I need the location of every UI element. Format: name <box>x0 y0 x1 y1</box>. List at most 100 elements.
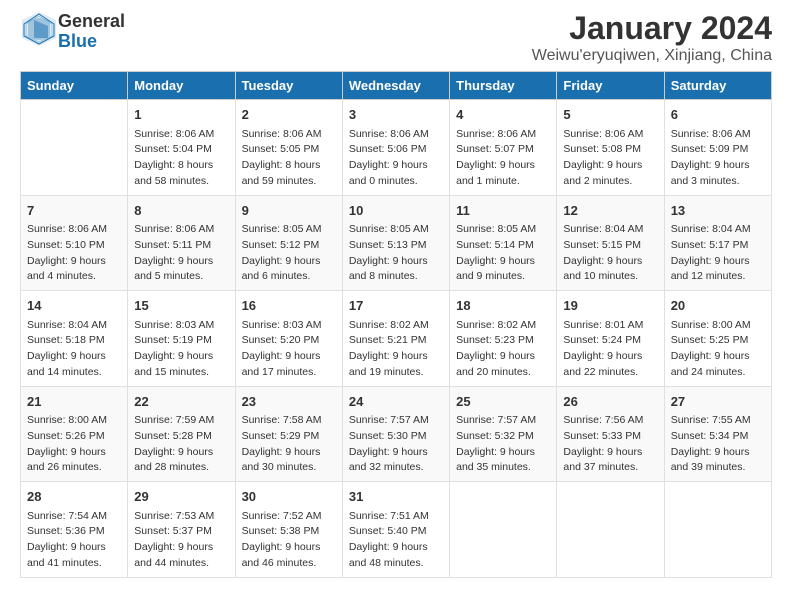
day-details: Sunrise: 7:53 AMSunset: 5:37 PMDaylight:… <box>134 509 228 572</box>
day-number: 20 <box>671 296 765 316</box>
day-details: Sunrise: 8:00 AMSunset: 5:26 PMDaylight:… <box>27 413 121 476</box>
day-details: Sunrise: 7:59 AMSunset: 5:28 PMDaylight:… <box>134 413 228 476</box>
day-number: 28 <box>27 487 121 507</box>
day-cell: 15Sunrise: 8:03 AMSunset: 5:19 PMDayligh… <box>128 291 235 387</box>
day-details: Sunrise: 7:56 AMSunset: 5:33 PMDaylight:… <box>563 413 657 476</box>
day-cell: 26Sunrise: 7:56 AMSunset: 5:33 PMDayligh… <box>557 386 664 482</box>
day-details: Sunrise: 7:55 AMSunset: 5:34 PMDaylight:… <box>671 413 765 476</box>
day-details: Sunrise: 8:05 AMSunset: 5:13 PMDaylight:… <box>349 222 443 285</box>
day-cell: 12Sunrise: 8:04 AMSunset: 5:15 PMDayligh… <box>557 195 664 291</box>
day-number: 14 <box>27 296 121 316</box>
day-details: Sunrise: 8:02 AMSunset: 5:21 PMDaylight:… <box>349 318 443 381</box>
day-cell: 23Sunrise: 7:58 AMSunset: 5:29 PMDayligh… <box>235 386 342 482</box>
day-cell: 9Sunrise: 8:05 AMSunset: 5:12 PMDaylight… <box>235 195 342 291</box>
day-details: Sunrise: 8:05 AMSunset: 5:12 PMDaylight:… <box>242 222 336 285</box>
day-number: 22 <box>134 392 228 412</box>
day-number: 18 <box>456 296 550 316</box>
day-number: 19 <box>563 296 657 316</box>
day-cell: 7Sunrise: 8:06 AMSunset: 5:10 PMDaylight… <box>21 195 128 291</box>
week-row-1: 1Sunrise: 8:06 AMSunset: 5:04 PMDaylight… <box>21 100 772 196</box>
calendar-table: SundayMondayTuesdayWednesdayThursdayFrid… <box>20 71 772 578</box>
day-cell: 20Sunrise: 8:00 AMSunset: 5:25 PMDayligh… <box>664 291 771 387</box>
day-number: 10 <box>349 201 443 221</box>
logo-icon <box>20 10 58 48</box>
header-cell-sunday: Sunday <box>21 72 128 100</box>
day-details: Sunrise: 8:04 AMSunset: 5:15 PMDaylight:… <box>563 222 657 285</box>
day-details: Sunrise: 8:06 AMSunset: 5:08 PMDaylight:… <box>563 127 657 190</box>
day-number: 1 <box>134 105 228 125</box>
day-cell: 19Sunrise: 8:01 AMSunset: 5:24 PMDayligh… <box>557 291 664 387</box>
day-details: Sunrise: 8:06 AMSunset: 5:06 PMDaylight:… <box>349 127 443 190</box>
day-details: Sunrise: 8:06 AMSunset: 5:09 PMDaylight:… <box>671 127 765 190</box>
day-number: 5 <box>563 105 657 125</box>
day-details: Sunrise: 8:06 AMSunset: 5:11 PMDaylight:… <box>134 222 228 285</box>
day-details: Sunrise: 7:58 AMSunset: 5:29 PMDaylight:… <box>242 413 336 476</box>
logo: General Blue <box>20 10 125 53</box>
page-subtitle: Weiwu'eryuqiwen, Xinjiang, China <box>532 47 772 65</box>
header-cell-friday: Friday <box>557 72 664 100</box>
day-cell: 25Sunrise: 7:57 AMSunset: 5:32 PMDayligh… <box>450 386 557 482</box>
day-number: 26 <box>563 392 657 412</box>
day-number: 3 <box>349 105 443 125</box>
day-details: Sunrise: 8:02 AMSunset: 5:23 PMDaylight:… <box>456 318 550 381</box>
day-details: Sunrise: 7:57 AMSunset: 5:32 PMDaylight:… <box>456 413 550 476</box>
day-details: Sunrise: 7:57 AMSunset: 5:30 PMDaylight:… <box>349 413 443 476</box>
day-cell: 30Sunrise: 7:52 AMSunset: 5:38 PMDayligh… <box>235 482 342 578</box>
day-cell: 31Sunrise: 7:51 AMSunset: 5:40 PMDayligh… <box>342 482 449 578</box>
day-number: 2 <box>242 105 336 125</box>
day-cell: 18Sunrise: 8:02 AMSunset: 5:23 PMDayligh… <box>450 291 557 387</box>
day-cell: 28Sunrise: 7:54 AMSunset: 5:36 PMDayligh… <box>21 482 128 578</box>
day-details: Sunrise: 7:54 AMSunset: 5:36 PMDaylight:… <box>27 509 121 572</box>
week-row-5: 28Sunrise: 7:54 AMSunset: 5:36 PMDayligh… <box>21 482 772 578</box>
day-number: 9 <box>242 201 336 221</box>
day-cell <box>21 100 128 196</box>
logo-general: General <box>58 11 125 31</box>
day-details: Sunrise: 8:06 AMSunset: 5:10 PMDaylight:… <box>27 222 121 285</box>
day-number: 13 <box>671 201 765 221</box>
day-details: Sunrise: 8:04 AMSunset: 5:18 PMDaylight:… <box>27 318 121 381</box>
day-details: Sunrise: 8:03 AMSunset: 5:19 PMDaylight:… <box>134 318 228 381</box>
day-number: 21 <box>27 392 121 412</box>
header-cell-tuesday: Tuesday <box>235 72 342 100</box>
day-number: 24 <box>349 392 443 412</box>
day-details: Sunrise: 8:01 AMSunset: 5:24 PMDaylight:… <box>563 318 657 381</box>
day-cell <box>450 482 557 578</box>
day-number: 30 <box>242 487 336 507</box>
day-details: Sunrise: 8:06 AMSunset: 5:07 PMDaylight:… <box>456 127 550 190</box>
day-cell: 4Sunrise: 8:06 AMSunset: 5:07 PMDaylight… <box>450 100 557 196</box>
day-cell: 29Sunrise: 7:53 AMSunset: 5:37 PMDayligh… <box>128 482 235 578</box>
day-details: Sunrise: 7:52 AMSunset: 5:38 PMDaylight:… <box>242 509 336 572</box>
day-cell: 13Sunrise: 8:04 AMSunset: 5:17 PMDayligh… <box>664 195 771 291</box>
header-cell-wednesday: Wednesday <box>342 72 449 100</box>
day-cell: 16Sunrise: 8:03 AMSunset: 5:20 PMDayligh… <box>235 291 342 387</box>
day-cell: 10Sunrise: 8:05 AMSunset: 5:13 PMDayligh… <box>342 195 449 291</box>
day-cell: 17Sunrise: 8:02 AMSunset: 5:21 PMDayligh… <box>342 291 449 387</box>
day-number: 7 <box>27 201 121 221</box>
day-number: 17 <box>349 296 443 316</box>
day-number: 29 <box>134 487 228 507</box>
day-number: 16 <box>242 296 336 316</box>
header-cell-monday: Monday <box>128 72 235 100</box>
day-cell <box>664 482 771 578</box>
week-row-2: 7Sunrise: 8:06 AMSunset: 5:10 PMDaylight… <box>21 195 772 291</box>
week-row-3: 14Sunrise: 8:04 AMSunset: 5:18 PMDayligh… <box>21 291 772 387</box>
day-details: Sunrise: 8:06 AMSunset: 5:05 PMDaylight:… <box>242 127 336 190</box>
day-cell: 14Sunrise: 8:04 AMSunset: 5:18 PMDayligh… <box>21 291 128 387</box>
title-area: January 2024 Weiwu'eryuqiwen, Xinjiang, … <box>532 10 772 65</box>
header-row: SundayMondayTuesdayWednesdayThursdayFrid… <box>21 72 772 100</box>
day-number: 15 <box>134 296 228 316</box>
day-details: Sunrise: 8:03 AMSunset: 5:20 PMDaylight:… <box>242 318 336 381</box>
day-cell: 8Sunrise: 8:06 AMSunset: 5:11 PMDaylight… <box>128 195 235 291</box>
day-cell: 6Sunrise: 8:06 AMSunset: 5:09 PMDaylight… <box>664 100 771 196</box>
day-cell: 3Sunrise: 8:06 AMSunset: 5:06 PMDaylight… <box>342 100 449 196</box>
logo-blue: Blue <box>58 31 97 51</box>
page-title: January 2024 <box>532 10 772 47</box>
day-details: Sunrise: 8:06 AMSunset: 5:04 PMDaylight:… <box>134 127 228 190</box>
day-number: 23 <box>242 392 336 412</box>
page-header: General Blue January 2024 Weiwu'eryuqiwe… <box>20 10 772 65</box>
day-cell: 2Sunrise: 8:06 AMSunset: 5:05 PMDaylight… <box>235 100 342 196</box>
day-number: 25 <box>456 392 550 412</box>
day-number: 12 <box>563 201 657 221</box>
day-cell: 1Sunrise: 8:06 AMSunset: 5:04 PMDaylight… <box>128 100 235 196</box>
day-number: 31 <box>349 487 443 507</box>
